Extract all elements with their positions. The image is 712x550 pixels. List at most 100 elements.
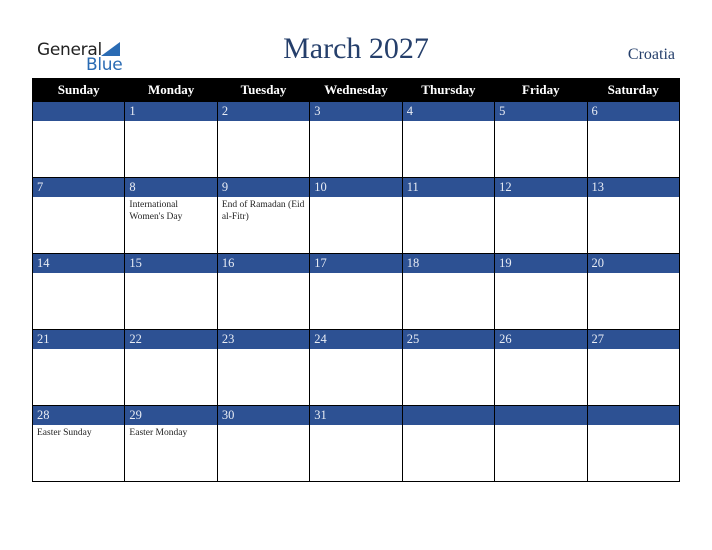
holiday-event (403, 197, 494, 199)
day-cell[interactable]: 10 (309, 177, 403, 254)
day-cell[interactable]: 7 (31, 177, 126, 254)
weekday-header: Tuesday (216, 78, 311, 102)
day-cell[interactable]: 19 (494, 253, 588, 330)
day-number: 7 (33, 178, 125, 197)
day-number: 18 (402, 254, 495, 273)
day-number: 29 (125, 406, 217, 425)
day-cell[interactable]: 28 Easter Sunday (31, 405, 126, 482)
day-cell[interactable]: 18 (401, 253, 496, 330)
day-number: 1 (125, 102, 217, 121)
holiday-event (218, 121, 309, 123)
day-cell[interactable]: 30 (216, 405, 311, 482)
day-cell[interactable]: 4 (401, 101, 496, 178)
weekday-header: Sunday (31, 78, 126, 102)
day-number: 19 (495, 254, 587, 273)
day-cell[interactable]: 20 (586, 253, 681, 330)
day-cell[interactable]: 8 International Women's Day (124, 177, 218, 254)
day-cell[interactable]: 27 (586, 329, 681, 406)
holiday-event (588, 425, 679, 427)
weekday-header: Monday (124, 78, 218, 102)
day-number: 2 (217, 102, 310, 121)
day-cell[interactable]: 29 Easter Monday (124, 405, 218, 482)
day-number: 21 (33, 330, 125, 349)
holiday-event (495, 197, 586, 199)
week-row: 28 Easter Sunday 29 Easter Monday 30 31 (31, 405, 681, 482)
day-cell[interactable]: 25 (401, 329, 496, 406)
day-number: 20 (587, 254, 679, 273)
holiday-event (33, 273, 124, 275)
day-cell[interactable]: 22 (124, 329, 218, 406)
day-number: 16 (217, 254, 310, 273)
holiday-event (310, 425, 401, 427)
day-cell[interactable]: 13 (586, 177, 681, 254)
day-cell[interactable]: 26 (494, 329, 588, 406)
month-year: March 2027 (283, 32, 429, 65)
holiday-event (588, 273, 679, 275)
holiday-event (588, 349, 679, 351)
day-number: 10 (310, 178, 402, 197)
holiday-event (310, 273, 401, 275)
day-cell[interactable]: 15 (124, 253, 218, 330)
day-cell[interactable] (401, 405, 496, 482)
holiday-event (33, 121, 124, 123)
calendar-grid: Sunday Monday Tuesday Wednesday Thursday… (31, 78, 681, 482)
day-cell[interactable]: 1 (124, 101, 218, 178)
weekday-header: Wednesday (309, 78, 403, 102)
day-cell[interactable]: 16 (216, 253, 311, 330)
holiday-event (403, 425, 494, 427)
day-number: 30 (217, 406, 310, 425)
day-number: 27 (587, 330, 679, 349)
day-number (402, 406, 495, 425)
day-number: 24 (310, 330, 402, 349)
day-cell[interactable]: 11 (401, 177, 496, 254)
day-cell[interactable]: 3 (309, 101, 403, 178)
day-number: 15 (125, 254, 217, 273)
day-number: 12 (495, 178, 587, 197)
day-number: 31 (310, 406, 402, 425)
day-cell[interactable]: 31 (309, 405, 403, 482)
day-cell[interactable]: 9 End of Ramadan (Eid al-Fitr) (216, 177, 311, 254)
weekday-header: Friday (494, 78, 588, 102)
day-cell[interactable]: 5 (494, 101, 588, 178)
holiday-event (403, 273, 494, 275)
holiday-event (125, 273, 216, 275)
day-cell[interactable]: 17 (309, 253, 403, 330)
holiday-event (495, 425, 586, 427)
holiday-event (33, 349, 124, 351)
day-cell[interactable]: 2 (216, 101, 311, 178)
holiday-event (218, 273, 309, 275)
holiday-event: Easter Sunday (37, 428, 92, 438)
week-row: 7 8 International Women's Day 9 End of Ramad… (31, 177, 681, 254)
holiday-event (403, 121, 494, 123)
holiday-event (218, 425, 309, 427)
day-number: 8 (125, 178, 217, 197)
day-number: 26 (495, 330, 587, 349)
day-cell[interactable] (586, 405, 681, 482)
holiday-event: End of Ramadan (Eid al-Fitr) (221, 200, 305, 222)
day-cell[interactable]: 24 (309, 329, 403, 406)
day-number: 22 (125, 330, 217, 349)
holiday-event (310, 197, 401, 199)
holiday-event (588, 197, 679, 199)
holiday-event (495, 349, 586, 351)
day-number: 9 (217, 178, 310, 197)
day-number: 25 (402, 330, 495, 349)
day-number: 11 (402, 178, 495, 197)
day-number: 6 (587, 102, 679, 121)
holiday-event (125, 349, 216, 351)
day-cell[interactable] (31, 101, 126, 178)
holiday-event (33, 197, 124, 199)
day-cell[interactable] (494, 405, 588, 482)
day-cell[interactable]: 23 (216, 329, 311, 406)
day-number: 17 (310, 254, 402, 273)
day-number: 14 (33, 254, 125, 273)
holiday-event (310, 349, 401, 351)
day-cell[interactable]: 14 (31, 253, 126, 330)
day-cell[interactable]: 21 (31, 329, 126, 406)
weekday-header: Thursday (401, 78, 496, 102)
day-cell[interactable]: 12 (494, 177, 588, 254)
week-row: 21 22 23 24 25 26 27 (31, 329, 681, 406)
week-row: 14 15 16 17 18 19 20 (31, 253, 681, 330)
day-cell[interactable]: 6 (586, 101, 681, 178)
holiday-event (588, 121, 679, 123)
